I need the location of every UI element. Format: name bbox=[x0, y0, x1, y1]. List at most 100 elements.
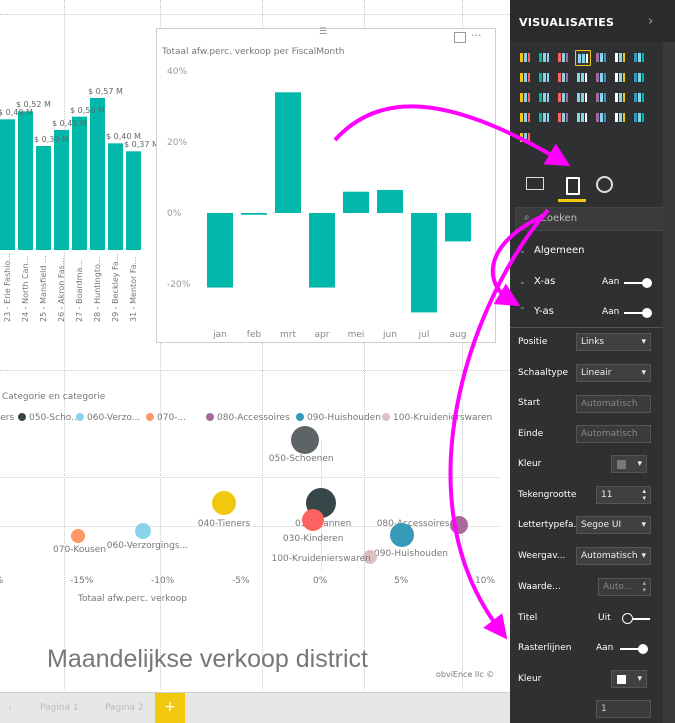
district-category-label: 31 - Mentor Fa... bbox=[129, 256, 138, 322]
schaaltype-value: Lineair bbox=[581, 368, 612, 378]
month-bar[interactable] bbox=[343, 191, 369, 213]
table-icon[interactable] bbox=[594, 110, 608, 124]
clustered-bar-icon[interactable] bbox=[556, 50, 570, 64]
tab-scroll-left-icon[interactable]: ‹ bbox=[8, 703, 12, 713]
scatter-point[interactable] bbox=[134, 523, 151, 539]
titel-state: Uit bbox=[598, 613, 611, 623]
scatter-point[interactable] bbox=[71, 529, 85, 543]
format-search-field[interactable]: ⌕ Zoeken bbox=[515, 207, 665, 231]
xas-chevron-icon[interactable]: ⌄ bbox=[519, 277, 526, 286]
month-bar[interactable] bbox=[411, 213, 437, 313]
month-bar[interactable] bbox=[377, 189, 403, 213]
tab-pagina-1[interactable]: Pagina 1 bbox=[40, 703, 79, 713]
kleur2-picker[interactable]: ▾ bbox=[611, 670, 647, 688]
clustered-column-icon[interactable] bbox=[575, 50, 591, 66]
line-cluster-icon[interactable] bbox=[575, 70, 589, 84]
funnel-icon[interactable] bbox=[613, 90, 627, 104]
stepper-arrows-icon[interactable]: ▴ ▾ bbox=[642, 580, 646, 594]
section-y-as[interactable]: Y-as bbox=[534, 306, 554, 317]
month-bar[interactable] bbox=[445, 213, 471, 242]
kpi-icon[interactable] bbox=[556, 110, 570, 124]
analytics-tab-icon[interactable] bbox=[596, 176, 613, 193]
algemeen-chevron-icon[interactable]: ⌄ bbox=[519, 246, 526, 255]
waterfall-icon[interactable] bbox=[613, 70, 627, 84]
y-as-state: Aan bbox=[602, 307, 620, 317]
tab-pagina-2[interactable]: Pagina 2 bbox=[105, 703, 144, 713]
kleur-picker[interactable]: ▾ bbox=[611, 455, 647, 473]
yas-chevron-icon[interactable]: ⌃ bbox=[519, 306, 526, 315]
lettertype-label: Lettertypefa... bbox=[518, 520, 583, 530]
start-input[interactable]: Automatisch bbox=[576, 395, 651, 413]
pane-scrollbar[interactable] bbox=[663, 42, 675, 723]
district-bar[interactable] bbox=[0, 119, 15, 250]
scatter-point[interactable] bbox=[290, 426, 319, 454]
stacked-column-icon[interactable] bbox=[537, 50, 551, 64]
format-tab[interactable] bbox=[558, 174, 586, 202]
stacked-bar-icon[interactable] bbox=[518, 50, 532, 64]
custom-visual-icon[interactable] bbox=[518, 130, 532, 144]
globe-icon[interactable] bbox=[632, 110, 646, 124]
page-title: Maandelijkse verkoop district bbox=[47, 645, 368, 673]
district-bar[interactable] bbox=[126, 151, 141, 250]
district-category-label: 25 - Mansfield ... bbox=[39, 255, 48, 322]
x-tick-label: apr bbox=[315, 330, 330, 340]
month-bar[interactable] bbox=[241, 213, 267, 215]
gauge-icon[interactable] bbox=[632, 90, 646, 104]
x-tick-label: aug bbox=[450, 330, 467, 340]
bar-100-icon[interactable] bbox=[594, 50, 608, 64]
weergave-select[interactable]: Automatisch ▾ bbox=[576, 547, 651, 565]
schaaltype-select[interactable]: Lineair ▾ bbox=[576, 364, 651, 382]
pie-icon[interactable] bbox=[518, 90, 532, 104]
district-bar[interactable] bbox=[72, 116, 87, 251]
district-bar-data-label: $ 0,50 M bbox=[70, 105, 105, 115]
line-icon[interactable] bbox=[632, 50, 646, 64]
slicer-icon[interactable] bbox=[575, 110, 589, 124]
waarde-stepper[interactable]: Auto... ▴ ▾ bbox=[598, 578, 651, 596]
district-bar[interactable] bbox=[90, 98, 105, 250]
r-visual-icon[interactable] bbox=[613, 110, 627, 124]
positie-select[interactable]: Links ▾ bbox=[576, 333, 651, 351]
stepper-arrows-icon[interactable]: ▴ ▾ bbox=[642, 488, 646, 502]
filled-map-icon[interactable] bbox=[594, 90, 608, 104]
area-icon[interactable] bbox=[518, 70, 532, 84]
monthly-variance-chart[interactable]: Totaal afw.perc. verkoop per FiscalMonth… bbox=[156, 27, 496, 343]
einde-input[interactable]: Automatisch bbox=[576, 425, 651, 443]
month-bar[interactable] bbox=[275, 92, 301, 213]
month-bar[interactable] bbox=[207, 213, 233, 288]
scatter-point[interactable] bbox=[211, 491, 236, 515]
district-bar[interactable] bbox=[36, 146, 51, 250]
kleur2-label: Kleur bbox=[518, 674, 542, 684]
district-bar[interactable] bbox=[54, 130, 69, 250]
section-x-as[interactable]: X-as bbox=[534, 276, 555, 287]
donut-icon[interactable] bbox=[537, 90, 551, 104]
legend-marker bbox=[382, 413, 390, 421]
lettertype-select[interactable]: Segoe UI ▾ bbox=[576, 516, 651, 534]
line-column-icon[interactable] bbox=[556, 70, 570, 84]
legend-item: 090-Huishouden bbox=[296, 413, 381, 423]
card-icon[interactable] bbox=[518, 110, 532, 124]
ribbon-icon[interactable] bbox=[594, 70, 608, 84]
scatter-icon[interactable] bbox=[632, 70, 646, 84]
map-icon[interactable] bbox=[575, 90, 589, 104]
district-bar[interactable] bbox=[18, 111, 33, 250]
scatter-point-label: 100-Kruidenierswaren bbox=[271, 554, 371, 564]
scatter-point[interactable] bbox=[390, 523, 414, 547]
district-bar[interactable] bbox=[108, 143, 123, 250]
collapse-pane-icon[interactable]: › bbox=[648, 14, 653, 29]
fields-tab-icon[interactable] bbox=[526, 177, 544, 190]
add-page-button[interactable]: + bbox=[155, 693, 185, 723]
legend-label: iners bbox=[0, 413, 15, 423]
month-bar[interactable] bbox=[309, 213, 335, 288]
multirow-card-icon[interactable] bbox=[537, 110, 551, 124]
stacked-area-icon[interactable] bbox=[537, 70, 551, 84]
treemap-icon[interactable] bbox=[556, 90, 570, 104]
scatter-title: Categorie en categorie bbox=[2, 392, 106, 402]
weergave-value: Automatisch bbox=[581, 551, 638, 561]
positie-label: Positie bbox=[518, 337, 548, 347]
tekengrootte-stepper[interactable]: 11 ▴ ▾ bbox=[596, 486, 651, 504]
scatter-point[interactable] bbox=[301, 509, 324, 531]
scatter-point[interactable] bbox=[449, 516, 468, 534]
section-algemeen[interactable]: Algemeen bbox=[534, 245, 585, 256]
column-100-icon[interactable] bbox=[613, 50, 627, 64]
bottom-stepper[interactable]: 1 bbox=[596, 700, 651, 718]
